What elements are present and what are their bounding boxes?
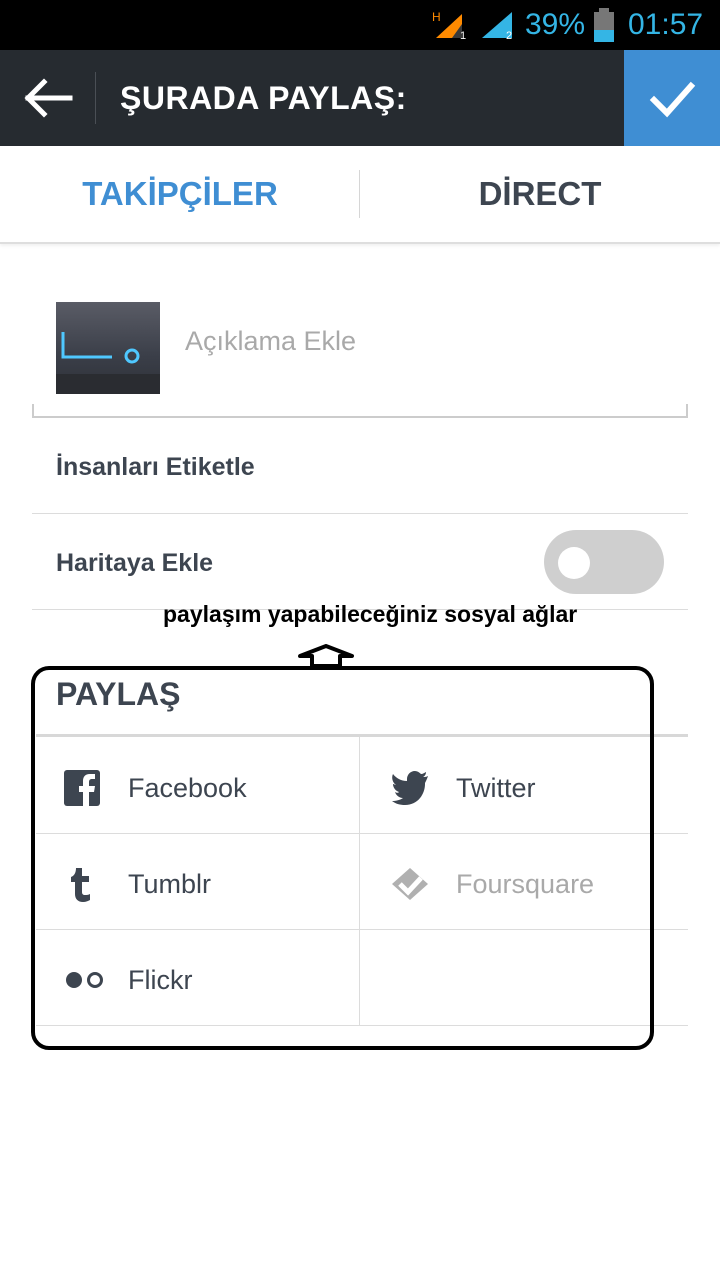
annotation-frame [31,666,654,1050]
caption-underline [32,416,688,418]
svg-text:2: 2 [506,30,512,40]
svg-text:H: H [432,10,441,24]
page-title: ŞURADA PAYLAŞ: [120,80,407,116]
check-icon [649,81,696,118]
add-to-map-row: Haritaya Ekle [56,549,214,577]
signal-sim1-icon: H 1 [432,10,466,40]
photo-thumbnail[interactable] [56,302,160,394]
confirm-button[interactable] [624,50,720,146]
action-bar-divider [95,72,96,124]
caption-input[interactable]: Açıklama Ekle [185,326,356,357]
toggle-knob [558,547,590,579]
clock: 01:57 [628,8,704,41]
annotation-text: paylaşım yapabileceğiniz sosyal ağlar [163,601,578,627]
tab-followers[interactable]: TAKİPÇİLER [0,146,360,242]
back-button[interactable] [20,78,76,118]
signal-sim2-icon: 2 [482,12,512,40]
tab-direct[interactable]: DİRECT [360,146,720,242]
add-to-map-toggle[interactable] [544,530,664,594]
row-divider [32,513,688,514]
battery-icon [594,8,614,42]
thumbnail-image [56,302,160,394]
battery-percent: 39% [525,8,586,41]
arrow-left-icon [24,78,73,118]
action-bar: ŞURADA PAYLAŞ: [0,50,720,146]
status-bar: H 1 2 39% 01:57 [0,0,720,50]
tag-people-row[interactable]: İnsanları Etiketle [56,453,255,482]
caption-underline-tick [686,404,688,418]
svg-text:1: 1 [460,30,466,40]
audience-tabs: TAKİPÇİLER DİRECT [0,146,720,244]
